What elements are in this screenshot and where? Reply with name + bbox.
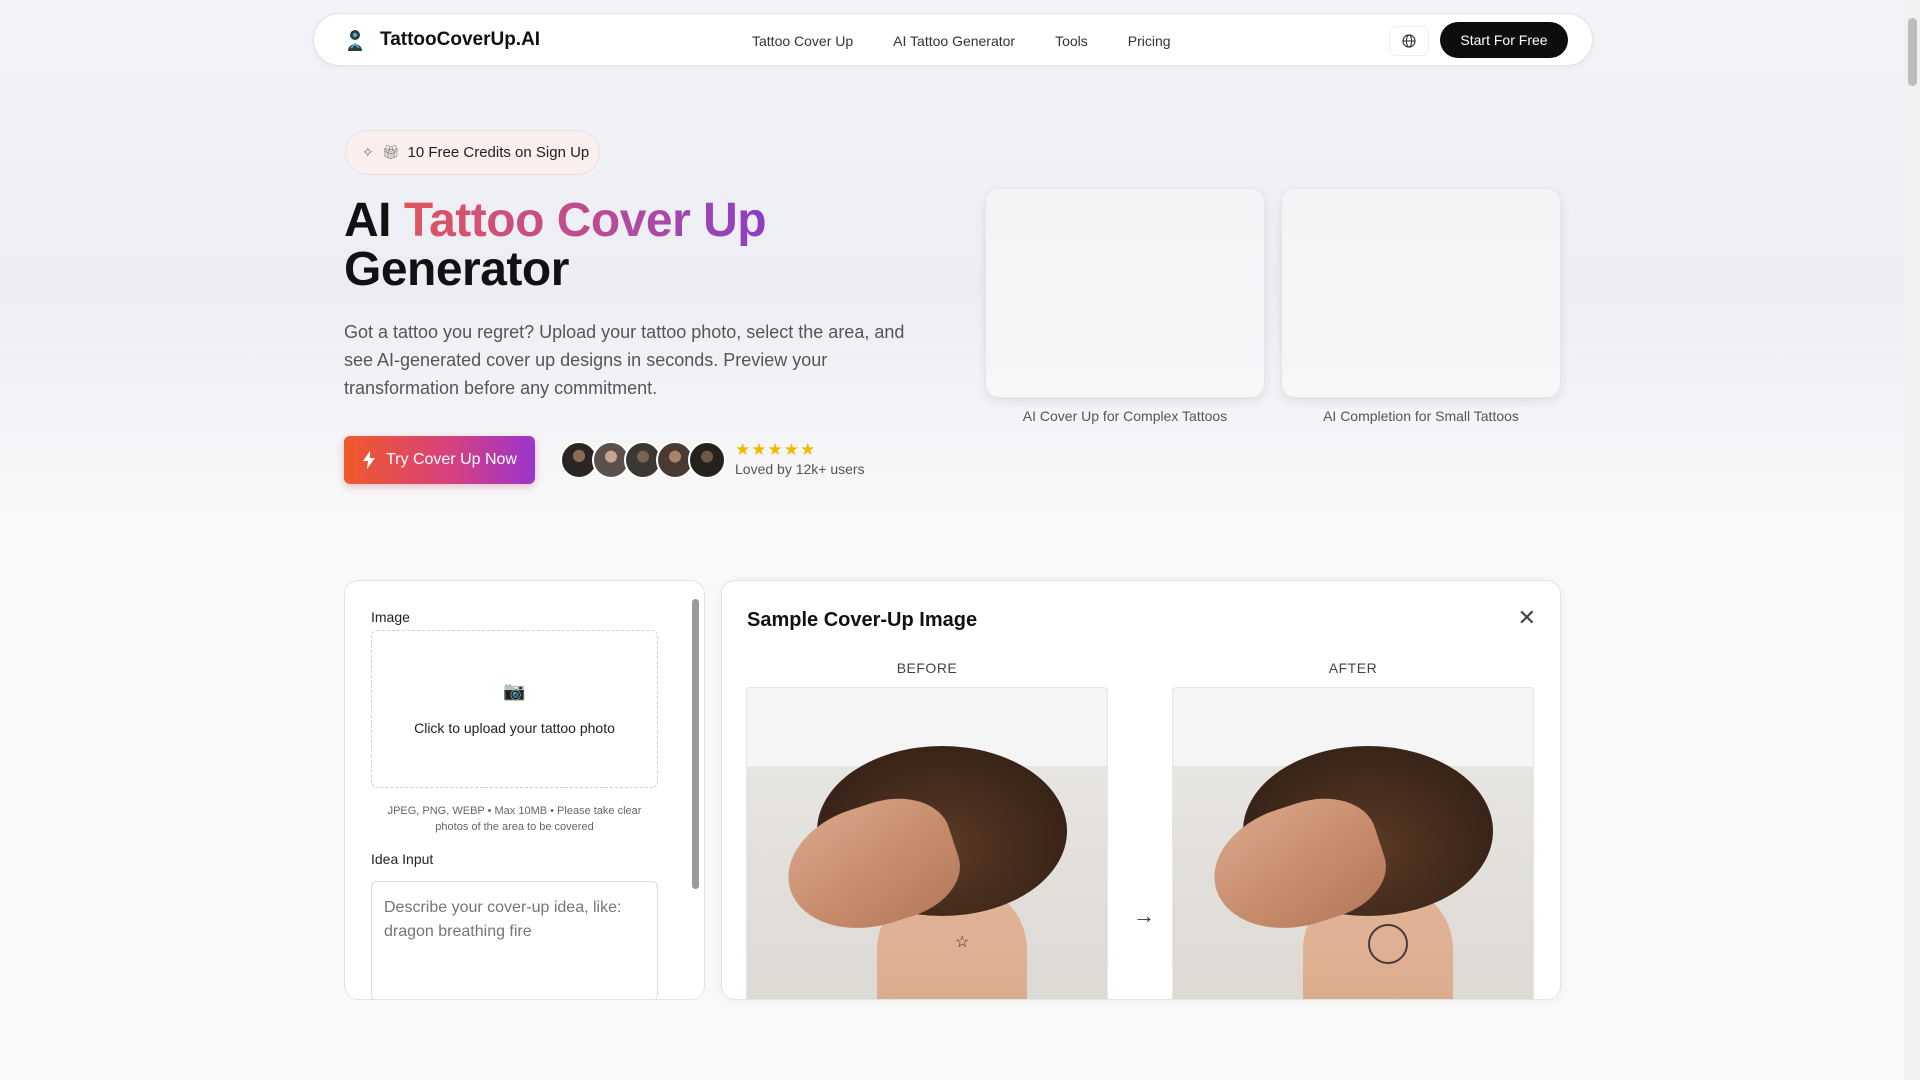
example-label-small: AI Completion for Small Tattoos <box>1323 408 1519 424</box>
title-suffix: Generator <box>344 243 569 296</box>
image-label: Image <box>371 609 410 625</box>
after-label: AFTER <box>1328 660 1378 676</box>
social-proof-text: Loved by 12k+ users <box>735 461 865 477</box>
gift-icon: 🎁︎ <box>381 144 400 160</box>
example-card-complex[interactable] <box>985 188 1265 398</box>
nav-link-tools[interactable]: Tools <box>1055 33 1088 49</box>
logo-text: TattooCoverUp.AI <box>380 29 541 50</box>
nav-link-pricing[interactable]: Pricing <box>1128 33 1171 49</box>
logo-icon <box>348 30 362 51</box>
logo[interactable]: TattooCoverUp.AI <box>342 27 540 53</box>
example-label-complex: AI Cover Up for Complex Tattoos <box>1022 408 1228 424</box>
after-image <box>1172 687 1534 999</box>
sample-title: Sample Cover-Up Image <box>747 609 978 631</box>
image-upload-dropzone[interactable]: 📷 Click to upload your tattoo photo <box>371 630 658 788</box>
page-title: AI Tattoo Cover Up Generator <box>344 194 767 296</box>
before-photo: ☆ <box>747 746 1107 999</box>
close-icon[interactable]: ✕ <box>1518 605 1536 631</box>
hero-background <box>0 0 1904 520</box>
after-photo <box>1173 746 1533 999</box>
title-prefix: AI <box>344 194 404 247</box>
arrow-right-icon: → <box>1133 903 1155 928</box>
avatar <box>688 441 726 479</box>
nav-links: Tattoo Cover Up AI Tattoo Generator Tool… <box>752 14 1171 67</box>
page-scrollbar[interactable] <box>1904 0 1920 1080</box>
try-cover-up-label: Try Cover Up Now <box>386 451 517 468</box>
panel-scrollbar[interactable] <box>692 599 699 889</box>
page-scrollbar-thumb[interactable] <box>1908 18 1917 86</box>
hero-subtitle: Got a tattoo you regret? Upload your tat… <box>344 322 905 398</box>
camera-icon: 📷 <box>503 681 526 701</box>
free-credits-badge: ✧ 🎁︎ 10 Free Credits on Sign Up <box>345 130 600 175</box>
upload-text: Click to upload your tattoo photo <box>414 720 615 736</box>
nav-link-tattoo-cover-up[interactable]: Tattoo Cover Up <box>752 33 853 49</box>
rating-stars: ★★★★★ <box>735 440 817 459</box>
upload-hint: JPEG, PNG, WEBP • Max 10MB • Please take… <box>387 805 642 833</box>
idea-input-label: Idea Input <box>371 851 434 867</box>
top-nav: TattooCoverUp.AI Tattoo Cover Up AI Tatt… <box>313 13 1593 66</box>
cover-up-form-panel: Image 📷 Click to upload your tattoo phot… <box>344 580 705 1000</box>
start-for-free-button[interactable]: Start For Free <box>1440 22 1568 58</box>
try-cover-up-button[interactable]: Try Cover Up Now <box>344 436 535 484</box>
user-avatars <box>560 441 726 479</box>
example-card-small[interactable] <box>1281 188 1561 398</box>
language-button[interactable] <box>1389 26 1429 56</box>
sparkle-icon: ✧ <box>362 144 374 160</box>
lightning-icon <box>363 451 375 469</box>
idea-input[interactable] <box>371 881 658 999</box>
before-label: BEFORE <box>896 660 958 676</box>
badge-text: 10 Free Credits on Sign Up <box>407 144 590 161</box>
cover-tattoo-icon <box>1368 924 1408 964</box>
star-tattoo-icon: ☆ <box>955 934 970 951</box>
globe-icon <box>1402 34 1416 48</box>
title-highlight: Tattoo Cover Up <box>403 194 767 247</box>
before-image: ☆ <box>746 687 1108 999</box>
nav-link-ai-tattoo-generator[interactable]: AI Tattoo Generator <box>893 33 1015 49</box>
sample-panel: Sample Cover-Up Image ✕ BEFORE AFTER ☆ → <box>721 580 1561 1000</box>
